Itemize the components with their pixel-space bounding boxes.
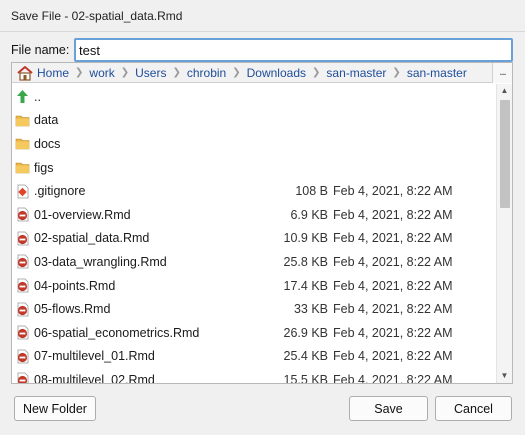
file-name: 04-points.Rmd	[34, 278, 116, 293]
rmd-file-icon	[15, 349, 30, 364]
file-row[interactable]: 06-spatial_econometrics.Rmd 26.9 KB Feb 4,…	[12, 321, 496, 345]
file-modified-date: Feb 4, 2021, 8:22 AM	[333, 302, 453, 317]
folder-icon	[15, 113, 30, 128]
save-button[interactable]: Save	[349, 396, 428, 421]
file-name: .gitignore	[34, 184, 86, 199]
file-size: 25.8 KB	[283, 254, 328, 269]
file-name: figs	[34, 160, 54, 175]
file-modified-date: Feb 4, 2021, 8:22 AM	[333, 254, 453, 269]
file-row[interactable]: figs	[12, 156, 496, 180]
breadcrumb-home[interactable]: Home	[37, 66, 69, 80]
breadcrumb-chrobin[interactable]: chrobin	[187, 66, 226, 80]
dialog-titlebar: Save File - 02-spatial_data.Rmd	[0, 0, 525, 32]
rmd-file-icon	[15, 231, 30, 246]
folder-icon	[15, 160, 30, 175]
scrollbar-thumb[interactable]	[500, 100, 510, 208]
file-row[interactable]: 05-flows.Rmd 33 KB Feb 4, 2021, 8:22 AM	[12, 297, 496, 321]
breadcrumb-san-master-parent[interactable]: san-master	[326, 66, 386, 80]
file-row[interactable]: 02-spatial_data.Rmd 10.9 KB Feb 4, 2021, 8…	[12, 227, 496, 251]
breadcrumb-separator-icon: ❯	[312, 67, 321, 78]
breadcrumb-downloads[interactable]: Downloads	[247, 66, 306, 80]
file-size: 26.9 KB	[283, 325, 328, 340]
file-browser: Home ❯ work ❯ Users ❯ chrobin ❯ Download…	[11, 62, 513, 384]
folder-icon	[15, 136, 30, 151]
file-row[interactable]: .gitignore 108 B Feb 4, 2021, 8:22 AM	[12, 179, 496, 203]
breadcrumb: Home ❯ work ❯ Users ❯ chrobin ❯ Download…	[12, 63, 512, 83]
file-name: 08-multilevel_02.Rmd	[34, 372, 155, 383]
rmd-file-icon	[15, 278, 30, 293]
file-name: 05-flows.Rmd	[34, 302, 111, 317]
new-folder-button[interactable]: New Folder	[14, 396, 96, 421]
file-row[interactable]: 08-multilevel_02.Rmd 15.5 KB Feb 4, 2021, …	[12, 368, 496, 383]
file-name-input[interactable]	[74, 38, 513, 62]
file-name-label: File name:	[11, 43, 70, 57]
file-name: 07-multilevel_01.Rmd	[34, 349, 155, 364]
file-modified-date: Feb 4, 2021, 8:22 AM	[333, 349, 453, 364]
rmd-file-icon	[15, 302, 30, 317]
file-name: data	[34, 113, 59, 128]
cancel-button[interactable]: Cancel	[435, 396, 512, 421]
file-name: ..	[34, 89, 41, 104]
file-size: 108 B	[295, 184, 328, 199]
file-modified-date: Feb 4, 2021, 8:22 AM	[333, 207, 453, 222]
file-name: 01-overview.Rmd	[34, 207, 131, 222]
file-list: .. data docs figs .gitignore 108 B Feb 4, 2021…	[12, 84, 496, 383]
file-name: 02-spatial_data.Rmd	[34, 231, 150, 246]
breadcrumb-work[interactable]: work	[89, 66, 114, 80]
file-size: 17.4 KB	[283, 278, 328, 293]
rmd-file-icon	[15, 207, 30, 222]
file-row[interactable]: 04-points.Rmd 17.4 KB Feb 4, 2021, 8:22 AM	[12, 274, 496, 298]
parent-directory-row[interactable]: ..	[12, 85, 496, 109]
scroll-down-icon[interactable]: ▼	[497, 369, 512, 383]
scroll-up-icon[interactable]: ▲	[497, 84, 512, 98]
vertical-scrollbar[interactable]: ▲ ▼	[496, 84, 512, 383]
up-arrow-icon	[15, 89, 30, 104]
breadcrumb-more-button[interactable]: ...	[492, 63, 512, 83]
file-name: 03-data_wrangling.Rmd	[34, 254, 167, 269]
file-row[interactable]: 07-multilevel_01.Rmd 25.4 KB Feb 4, 2021, …	[12, 345, 496, 369]
breadcrumb-separator-icon: ❯	[120, 67, 130, 78]
dialog-title: Save File - 02-spatial_data.Rmd	[11, 8, 183, 23]
breadcrumb-separator-icon: ❯	[172, 67, 181, 78]
breadcrumb-san-master-current[interactable]: san-master	[407, 66, 467, 80]
rmd-file-icon	[15, 254, 30, 269]
breadcrumb-separator-icon: ❯	[392, 67, 401, 78]
file-modified-date: Feb 4, 2021, 8:22 AM	[333, 278, 453, 293]
git-file-icon	[15, 184, 30, 199]
file-name: docs	[34, 136, 61, 151]
breadcrumb-separator-icon: ❯	[232, 67, 241, 78]
file-size: 10.9 KB	[283, 231, 328, 246]
file-row[interactable]: data	[12, 109, 496, 133]
rmd-file-icon	[15, 325, 30, 340]
file-row[interactable]: 03-data_wrangling.Rmd 25.8 KB Feb 4, 2021,…	[12, 250, 496, 274]
file-name: 06-spatial_econometrics.Rmd	[34, 325, 200, 340]
file-modified-date: Feb 4, 2021, 8:22 AM	[333, 372, 453, 383]
file-modified-date: Feb 4, 2021, 8:22 AM	[333, 231, 453, 246]
file-size: 25.4 KB	[283, 349, 328, 364]
file-size: 15.5 KB	[283, 372, 328, 383]
file-row[interactable]: docs	[12, 132, 496, 156]
rmd-file-icon	[15, 372, 30, 383]
file-size: 6.9 KB	[290, 207, 328, 222]
file-modified-date: Feb 4, 2021, 8:22 AM	[333, 184, 453, 199]
home-icon[interactable]	[16, 65, 34, 81]
breadcrumb-users[interactable]: Users	[135, 66, 166, 80]
file-modified-date: Feb 4, 2021, 8:22 AM	[333, 325, 453, 340]
breadcrumb-separator-icon: ❯	[75, 67, 84, 78]
file-size: 33 KB	[293, 302, 328, 317]
file-row[interactable]: 01-overview.Rmd 6.9 KB Feb 4, 2021, 8:22 A…	[12, 203, 496, 227]
